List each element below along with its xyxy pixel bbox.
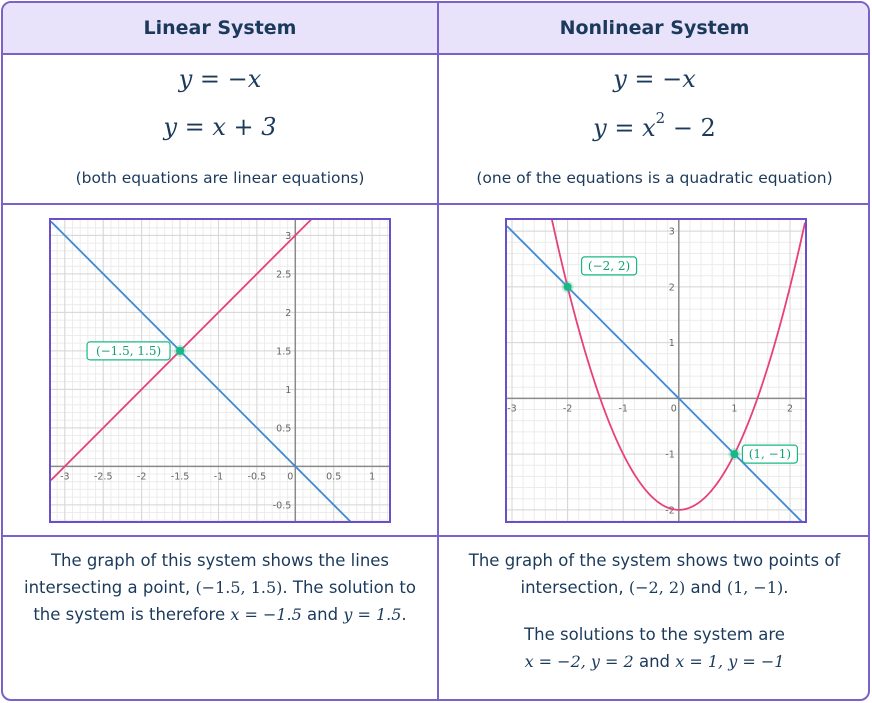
y-tick-label: 0.5 (276, 423, 291, 434)
major-grid (507, 220, 805, 521)
x-tick-label: -1.5 (171, 471, 190, 482)
point-label: (−2, 2) (588, 259, 630, 273)
text: and (633, 652, 676, 671)
y-tick-label: 2 (669, 282, 675, 293)
eq-sign: = (177, 113, 213, 141)
x-tick-label: 1 (369, 471, 375, 482)
x-tick-label: -3 (60, 471, 69, 482)
eq-rhs-base: x (642, 114, 656, 142)
eq-rhs: −x (227, 65, 262, 93)
math-point-1: (−2, 2) (628, 578, 686, 597)
row-divider (3, 535, 868, 537)
math-point-2: (1, −1) (726, 578, 784, 597)
eq-exponent: 2 (655, 109, 666, 127)
y-tick-label: 2.5 (276, 269, 291, 280)
linear-graph-svg: -3 -2.5 -2 -1.5 -1 -0.5 0 0.5 1-0.50.511.522.53(… (51, 220, 389, 521)
intersection-point (563, 282, 572, 291)
intersection-point (730, 450, 739, 459)
linear-description: The graph of this system shows the lines… (3, 547, 437, 699)
y-tick-label: 1.5 (276, 346, 291, 357)
eq-lhs: y (163, 113, 177, 141)
text: and (685, 578, 727, 597)
nonlinear-graph-svg: -3 -2 -1 0 1 2-2-1123(−2, 2)(1, −1) (507, 220, 805, 521)
x-tick-label: 1 (731, 403, 737, 414)
linear-note: (both equations are linear equations) (75, 169, 365, 187)
minor-grid (507, 220, 805, 521)
x-tick-label: 0.5 (326, 471, 341, 482)
x-tick-label: -2.5 (94, 471, 113, 482)
nonlinear-equations-cell: y = −x y = x2 − 2 (one of the equations … (439, 55, 868, 205)
x-tick-label: 0 (287, 471, 293, 482)
math-point: (−1.5, 1.5) (195, 578, 283, 597)
y-tick-label: 2 (285, 308, 291, 319)
linear-system-graph: -3 -2.5 -2 -1.5 -1 -0.5 0 0.5 1 -0.5 0.5 1 1.5 2 2.5 3(… (49, 218, 391, 523)
eq-sign: = (626, 65, 663, 93)
y-tick-label: -0.5 (273, 500, 292, 511)
x-tick-label: -3 (507, 403, 516, 414)
header-nonlinear-system: Nonlinear System (439, 3, 868, 55)
x-tick-label: -1 (214, 471, 223, 482)
nonlinear-desc-line-3: The solutions to the system are (524, 625, 785, 644)
nonlinear-desc-line-1: The graph of the system shows two points… (468, 551, 841, 570)
linear-equation-2: y = x + 3 (3, 113, 437, 141)
row-divider (3, 203, 868, 205)
y-tick-label: 3 (669, 227, 675, 238)
eq-sign: = (192, 65, 228, 93)
x-tick-label: -0.5 (248, 471, 267, 482)
x-tick-label: -2 (563, 403, 572, 414)
y-tick-label: -1 (665, 450, 674, 461)
header-linear-system: Linear System (3, 3, 437, 55)
eq-lhs: y (593, 114, 607, 142)
intersection-point (176, 346, 185, 355)
nonlinear-note: (one of the equations is a quadratic equ… (476, 169, 833, 187)
text: . The solution to (282, 578, 416, 597)
text: intersection, (520, 578, 629, 597)
y-tick-label: 1 (285, 385, 291, 396)
linear-equation-1: y = −x (3, 65, 437, 93)
x-tick-label: 2 (787, 403, 793, 414)
text: . (783, 578, 789, 597)
nonlinear-equation-2: y = x2 − 2 (439, 109, 868, 142)
eq-rhs: x + 3 (212, 113, 277, 141)
x-tick-label: -2 (137, 471, 146, 482)
nonlinear-desc-line-2: intersection, (−2, 2) and (1, −1). (439, 574, 868, 601)
math-y-solution: y = 1.5 (343, 605, 402, 624)
eq-sign: = (606, 114, 643, 142)
nonlinear-description: The graph of the system shows two points… (439, 547, 868, 699)
text: the system is therefore (33, 605, 231, 624)
text: and (301, 605, 344, 624)
x-tick-label: -1 (618, 403, 627, 414)
comparison-table: Linear System Nonlinear System y = −x y … (1, 1, 870, 701)
x-tick-label: 0 (671, 403, 677, 414)
text: intersecting a point, (24, 578, 196, 597)
linear-desc-line-2: intersecting a point, (−1.5, 1.5). The s… (3, 574, 437, 601)
point-label: (−1.5, 1.5) (96, 344, 161, 358)
eq-lhs: y (613, 65, 627, 93)
text: . (401, 605, 407, 624)
column-divider (437, 3, 439, 699)
linear-desc-line-3: the system is therefore x = −1.5 and y =… (3, 601, 437, 628)
nonlinear-system-graph: -3 -2 -1 0 1 2 -2 -1 1 2 3 (−2, 2) (1, −1) (505, 218, 807, 523)
eq-rhs: −x (662, 65, 696, 93)
nonlinear-equation-1: y = −x (439, 65, 868, 93)
point-label: (1, −1) (749, 447, 791, 461)
linear-equations-cell: y = −x y = x + 3 (both equations are lin… (3, 55, 437, 205)
math-solution-2: x = 1, y = −1 (675, 652, 785, 671)
eq-rhs-tail: − 2 (665, 114, 716, 142)
eq-lhs: y (178, 65, 193, 93)
math-solution-1: x = −2, y = 2 (524, 652, 634, 671)
y-tick-label: 1 (669, 338, 675, 349)
linear-desc-line-1: The graph of this system shows the lines (50, 551, 390, 570)
math-x-solution: x = −1.5 (230, 605, 302, 624)
nonlinear-desc-line-4: x = −2, y = 2 and x = 1, y = −1 (439, 648, 868, 675)
